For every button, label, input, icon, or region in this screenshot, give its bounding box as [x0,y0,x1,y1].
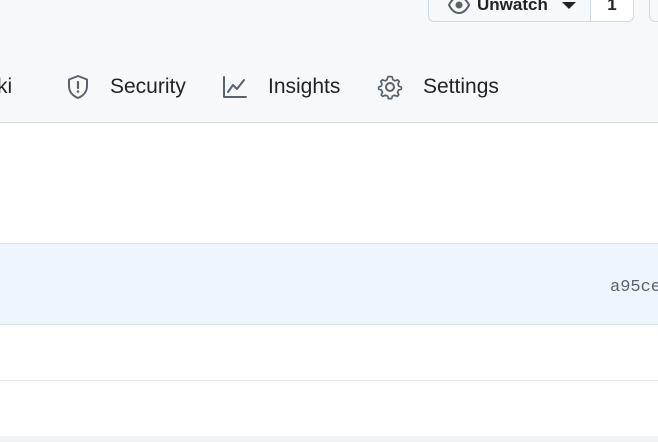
watchers-count-value: 1 [607,0,617,14]
tab-security[interactable]: Security [66,68,186,106]
content-area [0,123,658,243]
list-item[interactable] [0,381,658,436]
tab-insights-label: Insights [268,75,341,98]
list-footer [0,436,658,442]
unwatch-button[interactable]: Unwatch [428,0,590,22]
unwatch-label: Unwatch [477,0,548,14]
tab-wiki[interactable]: ki [0,68,12,106]
tab-wiki-label: ki [0,75,13,98]
tab-settings[interactable]: Settings [377,68,499,106]
fork-button[interactable] [649,0,658,22]
commit-row[interactable]: a95ce [0,243,658,325]
eye-icon [447,0,471,16]
repo-nav-tabs: ki Security Insights Settings [0,68,658,106]
commit-sha-link[interactable]: a95ce [610,278,658,297]
repo-header: Unwatch 1 ki Security Insights Settings [0,0,658,123]
repository-page: Unwatch 1 ki Security Insights Settings … [0,0,658,442]
gear-icon [377,74,413,100]
watch-button-group: Unwatch 1 [428,0,634,22]
graph-icon [222,75,258,99]
tab-settings-label: Settings [423,75,499,98]
triangle-down-icon [561,1,576,9]
tab-insights[interactable]: Insights [222,68,340,106]
list-item[interactable] [0,325,658,380]
tab-security-label: Security [110,75,186,98]
shield-icon [66,74,100,100]
watchers-count[interactable]: 1 [590,0,634,22]
